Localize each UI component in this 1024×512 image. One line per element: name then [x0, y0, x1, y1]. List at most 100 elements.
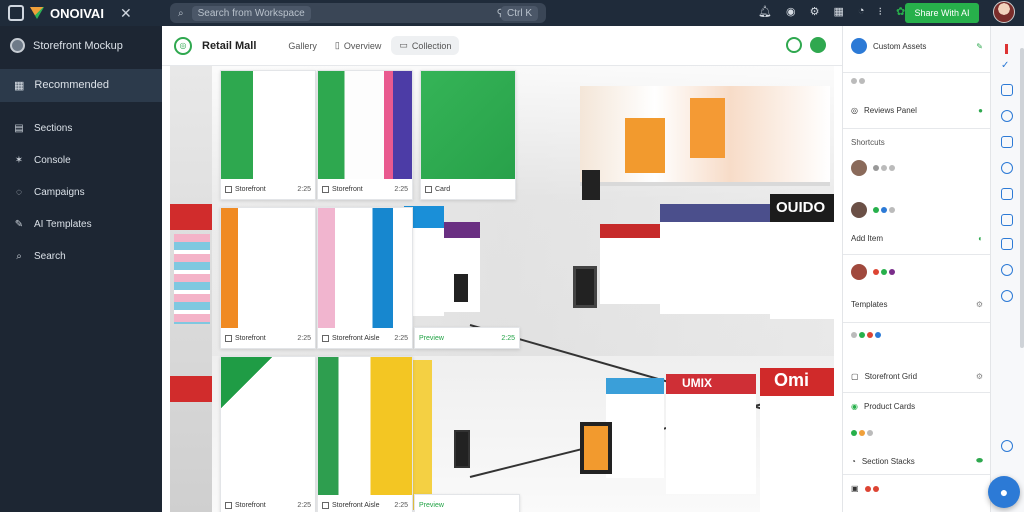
- card-image: [221, 208, 315, 328]
- list-item[interactable]: [843, 78, 991, 84]
- card-image: [318, 357, 412, 495]
- reviews-icon: ◎: [851, 106, 858, 115]
- scrollbar[interactable]: [1020, 48, 1024, 348]
- list-item[interactable]: [843, 160, 991, 176]
- right-panel: Custom Assets ✎ ◎ Reviews Panel ● Shortc…: [842, 26, 991, 512]
- note-icon[interactable]: [1001, 188, 1013, 200]
- avatar: [851, 160, 867, 176]
- list-item-label: Templates: [851, 300, 888, 309]
- panel-title: Custom Assets: [873, 41, 927, 51]
- divider: [843, 254, 991, 255]
- list-item[interactable]: ◉ Product Cards: [843, 402, 991, 411]
- folder-icon: ▭: [399, 40, 408, 50]
- settings-icon[interactable]: ⚙: [810, 5, 820, 18]
- divider: [843, 474, 991, 475]
- media-card[interactable]: Storefront 2:25: [317, 70, 413, 200]
- mall-canvas: OUIDO Omi UMIX Storefront 2:25 Storefron…: [170, 66, 834, 512]
- sidebar-item-recommended[interactable]: ▦ Recommended: [0, 69, 162, 102]
- media-card[interactable]: Preview 2:25: [414, 327, 520, 349]
- search-icon: ⌕: [178, 7, 184, 19]
- card-checkbox[interactable]: [225, 501, 232, 509]
- mail-icon[interactable]: [1001, 238, 1013, 250]
- assistant-button[interactable]: ●: [988, 476, 1020, 508]
- pin-icon[interactable]: ✎: [976, 42, 983, 51]
- tab-overview[interactable]: ▯ Overview: [335, 40, 381, 51]
- add-button[interactable]: [810, 37, 826, 53]
- list-item[interactable]: ◎ Reviews Panel ●: [843, 106, 991, 115]
- list-item[interactable]: Add Item ◐: [843, 234, 991, 243]
- search-bar[interactable]: ⌕ Search from Workspace ⚲ Ctrl K: [170, 3, 546, 23]
- card-title: Storefront: [235, 334, 266, 342]
- sidebar-item-campaigns[interactable]: ◌ Campaigns: [0, 180, 162, 205]
- storefront-red-lower-2: [666, 374, 756, 494]
- card-caption: Storefront 2:25: [221, 495, 315, 512]
- media-card[interactable]: Storefront Aisle 2:25: [317, 356, 413, 512]
- kiosk-sign: [573, 266, 597, 308]
- message-icon[interactable]: ◉: [786, 5, 796, 18]
- media-card[interactable]: Card: [420, 70, 516, 200]
- share-ai-button[interactable]: Share With AI: [905, 3, 979, 23]
- media-card[interactable]: Preview: [414, 494, 520, 512]
- refresh-button[interactable]: [786, 37, 802, 53]
- card-meta: 2:25: [297, 185, 311, 193]
- top-bar: ONOIVAI ✕ ⌕ Search from Workspace ⚲ Ctrl…: [0, 0, 1024, 26]
- close-icon[interactable]: ✕: [120, 5, 132, 22]
- list-item[interactable]: ◔ Section Stacks ⬬: [843, 456, 991, 466]
- face-icon[interactable]: [1001, 110, 1013, 122]
- search-input[interactable]: Search from Workspace: [191, 5, 311, 21]
- avatar[interactable]: [993, 1, 1015, 23]
- workspace-switcher[interactable]: Storefront Mockup: [0, 26, 162, 65]
- media-card[interactable]: Storefront 2:25: [220, 207, 316, 349]
- bell-icon[interactable]: 🔔︎: [758, 5, 772, 18]
- check-icon[interactable]: ✓: [1001, 60, 1013, 72]
- status-dots: [873, 269, 895, 275]
- help-icon[interactable]: [1001, 440, 1013, 452]
- brand-logo[interactable]: ONOIVAI: [8, 5, 104, 21]
- grid-icon[interactable]: ▦: [833, 5, 843, 18]
- list-item[interactable]: [843, 332, 991, 338]
- plant-icon[interactable]: ✿: [896, 5, 905, 18]
- settings-icon[interactable]: ⚙: [976, 300, 983, 309]
- media-card[interactable]: Storefront Aisle 2:25: [317, 207, 413, 349]
- card-checkbox[interactable]: [322, 334, 329, 342]
- image-icon[interactable]: [1001, 214, 1013, 226]
- settings-icon[interactable]: ⚙: [976, 372, 983, 381]
- list-item[interactable]: Templates ⚙: [843, 300, 991, 309]
- list-item[interactable]: ▢ Storefront Grid ⚙: [843, 372, 991, 381]
- list-item[interactable]: [843, 202, 991, 218]
- list-item[interactable]: ▣: [843, 484, 991, 493]
- sidebar-item-search[interactable]: ⌕ Search: [0, 244, 162, 269]
- card-checkbox[interactable]: [225, 334, 232, 342]
- help-icon[interactable]: ◔: [858, 5, 865, 18]
- card-image: [318, 208, 412, 328]
- toggle-icon[interactable]: ⬬: [976, 456, 983, 466]
- media-card[interactable]: Storefront 2:25: [220, 356, 316, 512]
- card-checkbox[interactable]: [322, 185, 329, 193]
- red-store-sign: [170, 204, 212, 230]
- card-checkbox[interactable]: [225, 185, 232, 193]
- apps-icon[interactable]: ⁝: [879, 5, 883, 18]
- sidebar-item-console[interactable]: ✶ Console: [0, 148, 162, 173]
- sidebar-item-ai-templates[interactable]: ✎ AI Templates: [0, 212, 162, 237]
- bookmark-icon: ▤: [14, 123, 24, 134]
- calendar-icon[interactable]: [1001, 136, 1013, 148]
- gauge-icon[interactable]: [1001, 162, 1013, 174]
- divider: [843, 322, 991, 323]
- list-item[interactable]: [843, 430, 991, 436]
- card-checkbox[interactable]: [322, 501, 329, 509]
- card-checkbox[interactable]: [425, 185, 432, 193]
- media-card[interactable]: Storefront 2:25: [220, 70, 316, 200]
- image-icon: ▣: [851, 484, 859, 493]
- card-title: Storefront: [235, 501, 266, 509]
- list-item[interactable]: [843, 264, 991, 280]
- sidebar-item-sections[interactable]: ▤ Sections: [0, 116, 162, 141]
- kiosk-sign: [454, 430, 470, 468]
- smile-icon[interactable]: [1001, 264, 1013, 276]
- toggle-icon[interactable]: ◐: [978, 234, 983, 243]
- check-icon: ●: [978, 106, 983, 115]
- tool-rail: ✓: [990, 26, 1024, 512]
- clock-icon[interactable]: [1001, 290, 1013, 302]
- tab-gallery[interactable]: Gallery: [288, 41, 317, 51]
- tab-collection[interactable]: ▭ Collection: [391, 36, 460, 55]
- layout-icon[interactable]: [1001, 84, 1013, 96]
